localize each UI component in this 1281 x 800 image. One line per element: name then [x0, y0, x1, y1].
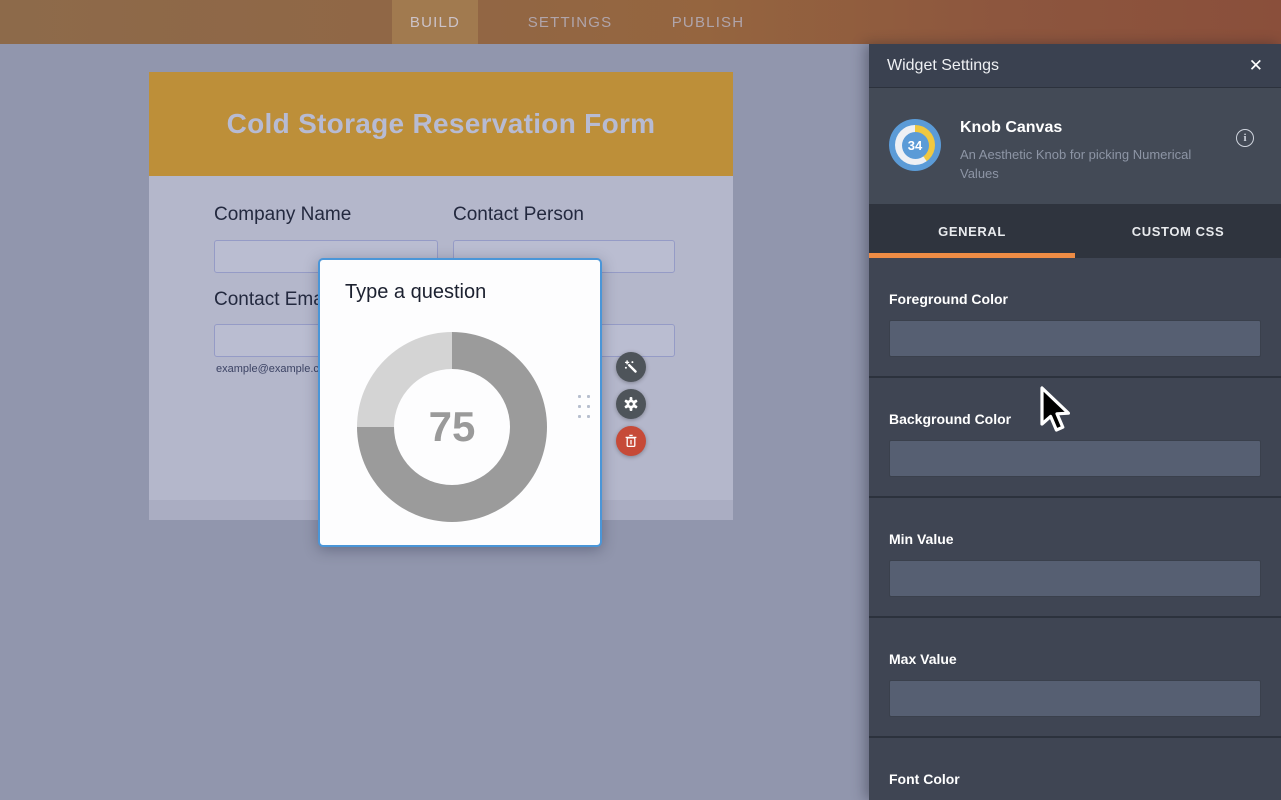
foreground-color-section: Foreground Color [869, 258, 1281, 378]
knob-widget-card[interactable]: Type a question 75 [318, 258, 602, 547]
foreground-color-input[interactable] [889, 320, 1261, 357]
close-icon[interactable]: ✕ [1249, 57, 1263, 74]
panel-title: Widget Settings [887, 57, 1249, 75]
knob-widget-icon: 34 [889, 119, 941, 171]
background-color-label: Background Color [889, 411, 1261, 427]
font-color-section: Font Color [869, 738, 1281, 800]
font-color-label: Font Color [889, 771, 1261, 787]
knob-dial[interactable]: 75 [357, 332, 547, 522]
magic-wand-button[interactable] [616, 352, 646, 382]
question-placeholder[interactable]: Type a question [345, 281, 486, 304]
widget-info-section: 34 Knob Canvas An Aesthetic Knob for pic… [869, 88, 1281, 204]
company-name-label: Company Name [214, 204, 351, 226]
max-value-input[interactable] [889, 680, 1261, 717]
knob-center: 75 [394, 369, 510, 485]
panel-tab-bar: GENERAL CUSTOM CSS [869, 204, 1281, 258]
widget-settings-panel: Widget Settings ✕ 34 Knob Canvas An Aest… [869, 44, 1281, 800]
background-color-section: Background Color [869, 378, 1281, 498]
min-value-section: Min Value [869, 498, 1281, 618]
drag-handle-icon[interactable] [578, 395, 590, 418]
gear-icon [623, 396, 639, 412]
tab-settings[interactable]: SETTINGS [510, 0, 630, 44]
min-value-input[interactable] [889, 560, 1261, 597]
max-value-label: Max Value [889, 651, 1261, 667]
form-title: Cold Storage Reservation Form [227, 108, 656, 140]
trash-icon [624, 434, 638, 448]
widget-settings-button[interactable] [616, 389, 646, 419]
magic-wand-icon [623, 359, 639, 375]
max-value-section: Max Value [869, 618, 1281, 738]
background-color-input[interactable] [889, 440, 1261, 477]
contact-email-label: Contact Email [214, 289, 332, 311]
knob-value: 75 [429, 403, 476, 451]
tab-publish[interactable]: PUBLISH [648, 0, 768, 44]
contact-person-label: Contact Person [453, 204, 584, 226]
app-topbar: BUILD SETTINGS PUBLISH [0, 0, 1281, 44]
tab-custom-css[interactable]: CUSTOM CSS [1075, 204, 1281, 258]
delete-widget-button[interactable] [616, 426, 646, 456]
tab-build[interactable]: BUILD [392, 0, 478, 44]
info-icon[interactable]: i [1236, 129, 1254, 147]
tab-general[interactable]: GENERAL [869, 204, 1075, 258]
widget-description: An Aesthetic Knob for picking Numerical … [960, 145, 1222, 183]
email-hint-text: example@example.com [216, 363, 334, 375]
form-header[interactable]: Cold Storage Reservation Form [149, 72, 733, 176]
min-value-label: Min Value [889, 531, 1261, 547]
panel-header: Widget Settings ✕ [869, 44, 1281, 88]
widget-icon-value: 34 [902, 132, 929, 159]
widget-name: Knob Canvas [960, 119, 1062, 137]
foreground-color-label: Foreground Color [889, 291, 1261, 307]
